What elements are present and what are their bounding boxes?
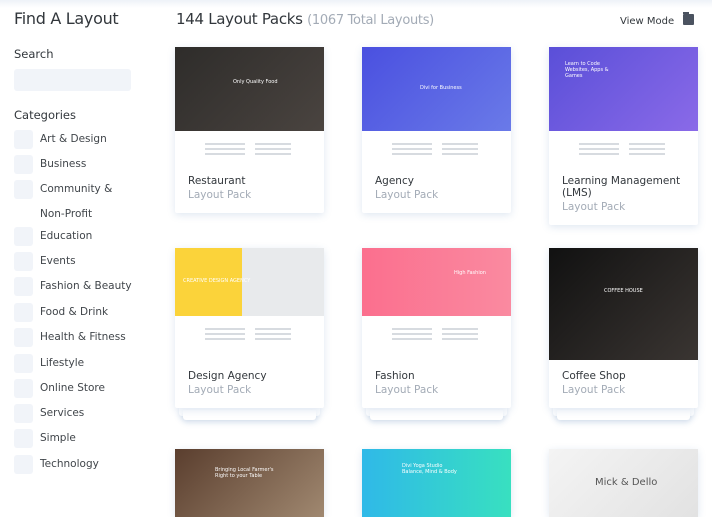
category-events[interactable]: Events bbox=[14, 252, 76, 274]
category-fashion-beauty[interactable]: Fashion & Beauty bbox=[14, 277, 132, 299]
total-layouts: (1067 Total Layouts) bbox=[307, 13, 434, 28]
layout-preview-content bbox=[362, 131, 511, 165]
category-lifestyle[interactable]: Lifestyle bbox=[14, 354, 84, 376]
category-technology[interactable]: Technology bbox=[14, 455, 99, 477]
layout-pack-card[interactable]: Only Quality Food Restaurant Layout Pack bbox=[175, 47, 324, 213]
category-checkbox[interactable] bbox=[14, 227, 33, 246]
category-education[interactable]: Education bbox=[14, 227, 92, 249]
preview-headline: Only Quality Food bbox=[233, 79, 278, 85]
layout-preview-image[interactable]: High Fashion bbox=[362, 248, 511, 316]
card-title: Learning Management (LMS) bbox=[562, 175, 681, 199]
category-checkbox[interactable] bbox=[14, 354, 33, 373]
category-checkbox[interactable] bbox=[14, 429, 33, 448]
search-input[interactable] bbox=[14, 69, 131, 91]
card-title: Agency bbox=[375, 175, 414, 187]
category-art-design[interactable]: Art & Design bbox=[14, 130, 107, 152]
layout-preview-image[interactable]: Learn to Code Websites, Apps & Games bbox=[549, 47, 698, 131]
layout-preview-image[interactable]: Mick & Dello bbox=[549, 449, 698, 517]
card-title: Fashion bbox=[375, 370, 415, 382]
preview-headline: Bringing Local Farmer's Right to your Ta… bbox=[215, 467, 274, 479]
categories-label: Categories bbox=[14, 108, 76, 122]
category-online-store[interactable]: Online Store bbox=[14, 379, 105, 401]
page-title: 144 Layout Packs (1067 Total Layouts) bbox=[176, 10, 434, 28]
category-label: Technology bbox=[40, 458, 99, 470]
layout-preview-content bbox=[175, 131, 324, 165]
category-label: Community & Non-Profit bbox=[40, 183, 113, 220]
category-label: Fashion & Beauty bbox=[40, 280, 132, 292]
category-services[interactable]: Services bbox=[14, 404, 84, 426]
layout-preview-image[interactable]: CREATIVE DESIGN AGENCY bbox=[175, 248, 324, 316]
category-community-non-profit[interactable]: Community & Non-Profit bbox=[14, 180, 120, 227]
preview-headline: Learn to Code Websites, Apps & Games bbox=[565, 61, 609, 79]
layout-pack-card[interactable]: Divi for Business Agency Layout Pack bbox=[362, 47, 511, 213]
category-label: Services bbox=[40, 407, 85, 419]
preview-headline: Divi Yoga Studio Balance, Mind & Body bbox=[402, 463, 457, 475]
category-checkbox[interactable] bbox=[14, 404, 33, 423]
category-health-fitness[interactable]: Health & Fitness bbox=[14, 328, 126, 350]
card-subtitle: Layout Pack bbox=[188, 189, 252, 201]
category-label: Health & Fitness bbox=[40, 331, 126, 343]
top-shade bbox=[0, 0, 712, 8]
category-checkbox[interactable] bbox=[14, 130, 33, 149]
preview-headline: CREATIVE DESIGN AGENCY bbox=[183, 278, 251, 284]
card-stack-shadow bbox=[183, 410, 316, 420]
category-label: Food & Drink bbox=[40, 306, 109, 318]
layout-preview-image[interactable]: Bringing Local Farmer's Right to your Ta… bbox=[175, 449, 324, 517]
layout-pack-card[interactable]: COFFEE HOUSE Coffee Shop Layout Pack bbox=[549, 248, 698, 408]
layout-pack-card[interactable]: Divi Yoga Studio Balance, Mind & Body bbox=[362, 449, 511, 517]
category-business[interactable]: Business bbox=[14, 155, 86, 177]
layout-pack-card[interactable]: Bringing Local Farmer's Right to your Ta… bbox=[175, 449, 324, 517]
layout-pack-card[interactable]: CREATIVE DESIGN AGENCY Design Agency Layou… bbox=[175, 248, 324, 408]
layout-preview-image[interactable]: COFFEE HOUSE bbox=[549, 248, 698, 360]
layout-pack-card[interactable]: Learn to Code Websites, Apps & Games Lear… bbox=[549, 47, 698, 225]
category-label: Simple bbox=[40, 432, 76, 444]
category-checkbox[interactable] bbox=[14, 277, 33, 296]
layout-pack-card[interactable]: Mick & Dello bbox=[549, 449, 698, 517]
category-checkbox[interactable] bbox=[14, 155, 33, 174]
category-food-drink[interactable]: Food & Drink bbox=[14, 303, 108, 325]
category-label: Lifestyle bbox=[40, 357, 85, 369]
view-mode-button[interactable]: View Mode bbox=[620, 16, 674, 27]
category-label: Art & Design bbox=[40, 133, 107, 145]
category-simple[interactable]: Simple bbox=[14, 429, 76, 451]
layout-preview-content bbox=[175, 316, 324, 360]
card-title: Coffee Shop bbox=[562, 370, 626, 382]
category-checkbox[interactable] bbox=[14, 379, 33, 398]
card-stack-shadow bbox=[370, 410, 503, 420]
category-label: Online Store bbox=[40, 382, 105, 394]
card-title: Design Agency bbox=[188, 370, 267, 382]
category-checkbox[interactable] bbox=[14, 252, 33, 271]
preview-headline: Mick & Dello bbox=[595, 477, 658, 488]
preview-headline: High Fashion bbox=[454, 270, 486, 276]
preview-headline: COFFEE HOUSE bbox=[604, 288, 643, 294]
category-checkbox[interactable] bbox=[14, 303, 33, 322]
layout-preview-content bbox=[549, 131, 698, 165]
layout-preview-content bbox=[362, 316, 511, 360]
layout-preview-image[interactable]: Only Quality Food bbox=[175, 47, 324, 131]
category-checkbox[interactable] bbox=[14, 455, 33, 474]
sidebar-title: Find A Layout bbox=[14, 9, 119, 28]
category-checkbox[interactable] bbox=[14, 328, 33, 347]
category-checkbox[interactable] bbox=[14, 180, 33, 199]
view-mode-icon[interactable] bbox=[683, 12, 694, 25]
category-label: Education bbox=[40, 230, 93, 242]
card-title: Restaurant bbox=[188, 175, 246, 187]
layout-preview-image[interactable]: Divi Yoga Studio Balance, Mind & Body bbox=[362, 449, 511, 517]
card-subtitle: Layout Pack bbox=[562, 384, 626, 396]
card-subtitle: Layout Pack bbox=[375, 384, 439, 396]
card-stack-shadow bbox=[557, 410, 690, 420]
layout-preview-image[interactable]: Divi for Business bbox=[362, 47, 511, 131]
preview-headline: Divi for Business bbox=[420, 85, 462, 91]
search-label: Search bbox=[14, 47, 54, 61]
category-label: Events bbox=[40, 255, 76, 267]
card-subtitle: Layout Pack bbox=[562, 201, 626, 213]
card-subtitle: Layout Pack bbox=[188, 384, 252, 396]
layout-pack-card[interactable]: High Fashion Fashion Layout Pack bbox=[362, 248, 511, 408]
category-label: Business bbox=[40, 158, 87, 170]
card-subtitle: Layout Pack bbox=[375, 189, 439, 201]
layout-pack-count: 144 Layout Packs bbox=[176, 10, 303, 28]
